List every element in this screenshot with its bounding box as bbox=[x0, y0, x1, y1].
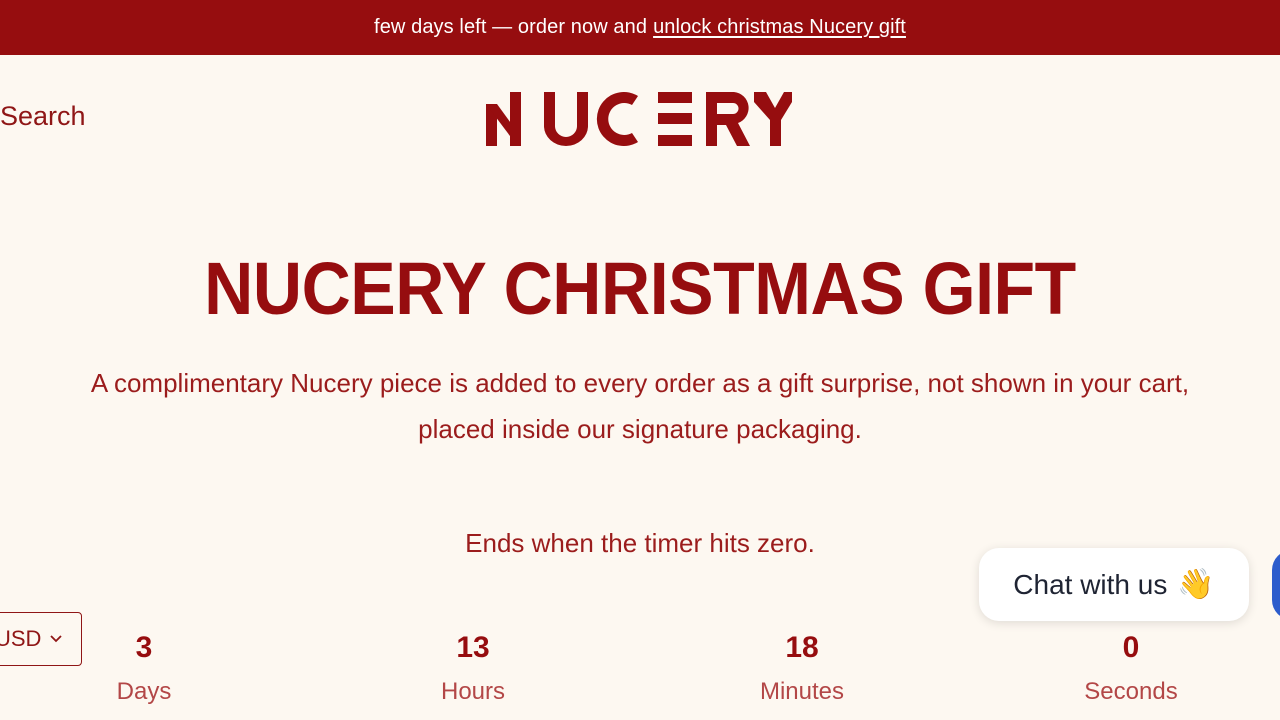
announcement-text: few days left — order now and bbox=[374, 16, 648, 38]
announcement-bar: few days left — order now and unlock chr… bbox=[0, 0, 1280, 55]
timer-hours-value: 13 bbox=[456, 631, 490, 664]
description-line-1: A complimentary Nucery piece is added to… bbox=[90, 368, 1190, 398]
currency-selector[interactable]: USD bbox=[0, 612, 82, 666]
timer-seconds-label: Seconds bbox=[1084, 678, 1178, 705]
timer-seconds: 0 Seconds bbox=[1031, 630, 1231, 706]
chat-label: Chat with us bbox=[1013, 568, 1168, 600]
timer-days-label: Days bbox=[116, 678, 172, 705]
timer-minutes-value: 18 bbox=[785, 631, 819, 664]
page: few days left — order now and unlock chr… bbox=[0, 0, 1280, 720]
chat-launcher-button[interactable] bbox=[1272, 550, 1280, 620]
chevron-down-icon bbox=[50, 635, 63, 643]
search-link[interactable]: Search bbox=[0, 101, 86, 132]
nucery-logo[interactable] bbox=[486, 92, 792, 146]
timer-minutes: 18 Minutes bbox=[702, 630, 902, 706]
currency-value: USD bbox=[0, 626, 42, 651]
timer-hours: 13 Hours bbox=[373, 630, 573, 706]
timer-seconds-value: 0 bbox=[1122, 631, 1140, 664]
gift-description: A complimentary Nucery piece is added to… bbox=[0, 360, 1280, 452]
announcement-link[interactable]: unlock christmas Nucery gift bbox=[653, 16, 906, 39]
timer-hours-label: Hours bbox=[440, 678, 506, 705]
waving-hand-icon: 👋 bbox=[1177, 568, 1215, 601]
chat-button[interactable]: Chat with us 👋 bbox=[979, 548, 1249, 621]
page-title: NUCERY CHRISTMAS GIFT bbox=[204, 247, 1076, 330]
timer-minutes-label: Minutes bbox=[759, 678, 845, 705]
description-line-2: placed inside our signature packaging. bbox=[418, 414, 862, 444]
